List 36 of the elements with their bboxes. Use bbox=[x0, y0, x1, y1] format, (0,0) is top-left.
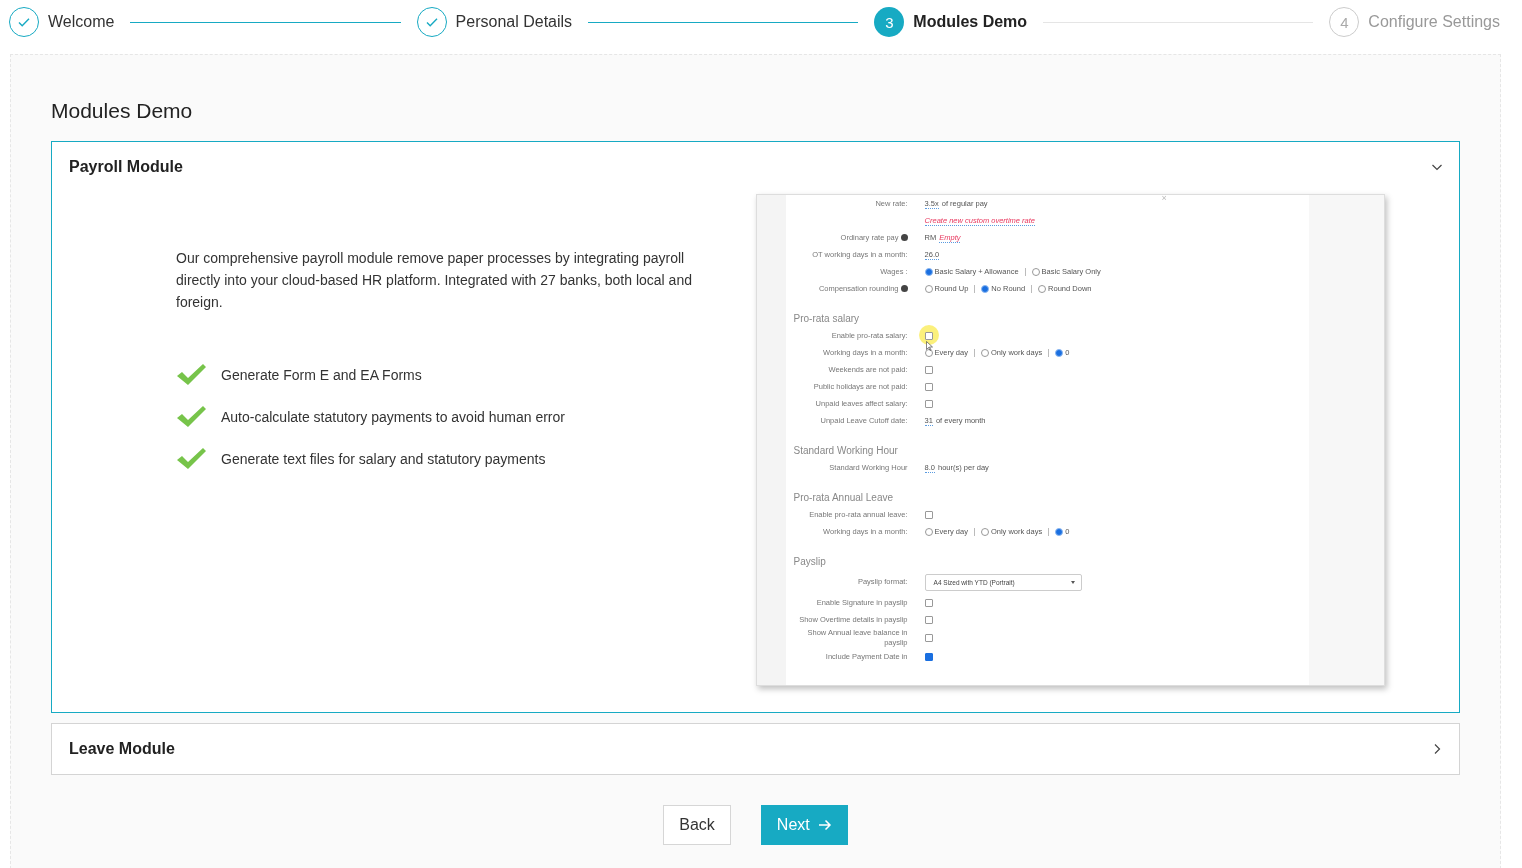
arrow-right-icon bbox=[817, 819, 832, 831]
checkbox[interactable] bbox=[924, 615, 933, 624]
page-title: Modules Demo bbox=[51, 99, 194, 123]
step-circle: 3 bbox=[874, 7, 905, 37]
checkbox[interactable] bbox=[924, 365, 933, 374]
step-label: Configure Settings bbox=[1368, 13, 1500, 31]
module-description: Our comprehensive payroll module remove paper processes by integrating payroll directly into your cloud-based HR platform. Integrated with 27 banks, both local and foreign. bbox=[176, 249, 693, 312]
check-icon bbox=[176, 447, 207, 471]
step-label: Modules Demo bbox=[913, 13, 1028, 31]
check-icon bbox=[17, 15, 31, 29]
radio-button[interactable] bbox=[1055, 348, 1064, 357]
section-heading: Payslip bbox=[793, 556, 826, 567]
step-label: Personal Details bbox=[455, 13, 573, 31]
checkbox[interactable] bbox=[924, 399, 933, 408]
check-icon bbox=[424, 15, 439, 29]
module-title[interactable]: Leave Module bbox=[69, 740, 175, 758]
feature-text: Generate Form E and EA Forms bbox=[221, 367, 422, 383]
feature-text: Auto-calculate statutory payments to avoid human error bbox=[221, 409, 565, 425]
checkbox[interactable] bbox=[924, 510, 933, 519]
checkbox[interactable] bbox=[924, 382, 933, 391]
checkbox[interactable] bbox=[924, 331, 933, 340]
feature-text: Generate text files for salary and statutory payments bbox=[221, 451, 546, 467]
section-heading: Pro-rata Annual Leave bbox=[793, 492, 894, 503]
radio-button[interactable] bbox=[1055, 527, 1064, 536]
radio-button[interactable] bbox=[924, 267, 933, 276]
check-icon bbox=[176, 405, 207, 429]
module-title[interactable]: Payroll Module bbox=[69, 158, 183, 176]
section-heading: Standard Working Hour bbox=[793, 445, 898, 456]
check-icon bbox=[176, 363, 207, 387]
section-heading: Pro-rata salary bbox=[793, 313, 860, 324]
checkbox[interactable] bbox=[924, 634, 933, 642]
back-button[interactable]: Back bbox=[663, 805, 731, 845]
checkbox[interactable] bbox=[924, 598, 933, 607]
step-label: Welcome bbox=[48, 13, 115, 31]
checkbox[interactable] bbox=[924, 652, 933, 661]
radio-button[interactable] bbox=[981, 284, 990, 293]
